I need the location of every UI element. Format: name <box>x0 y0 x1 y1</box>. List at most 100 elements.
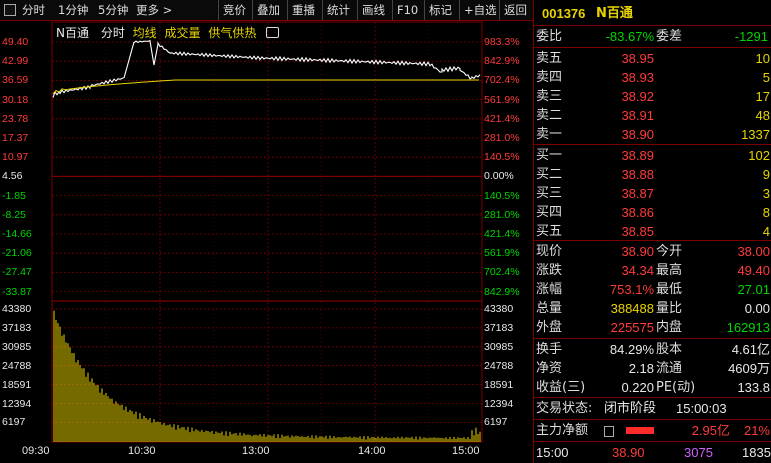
stat-label: 总量 <box>536 301 563 316</box>
toolbar-auction-button[interactable]: 竞价 <box>218 0 246 20</box>
ask-volume: 1337 <box>741 127 770 142</box>
chart-tab-intraday[interactable]: 分时 <box>101 26 125 40</box>
stat-label: 现价 <box>536 244 563 259</box>
ask-volume: 10 <box>755 51 770 66</box>
list-icon[interactable] <box>604 426 614 437</box>
bid-row[interactable]: 买五 38.85 4 <box>534 222 771 241</box>
bid-level-label: 买一 <box>536 148 563 163</box>
volume-tick-label: 12394 <box>2 397 32 410</box>
price-tick-label: -33.87 <box>2 285 32 298</box>
bid-row[interactable]: 买三 38.87 3 <box>534 184 771 203</box>
trade-status-row: 交易状态: 闭市阶段 15:00:03 <box>534 399 771 418</box>
fundamental-value: 2.18 <box>628 361 654 376</box>
trade-status-time: 15:00:03 <box>676 401 727 416</box>
ask-row[interactable]: 卖二 38.91 48 <box>534 106 771 125</box>
fundamental-value: 133.8 <box>737 380 770 395</box>
volume-tick-label: 37183 <box>2 321 32 334</box>
price-tick-label: 4.56 <box>2 170 23 183</box>
bid-level-label: 买三 <box>536 186 563 201</box>
volume-tick-label: 18591 <box>2 378 32 391</box>
toolbar-replay-button[interactable]: 重播 <box>287 0 315 20</box>
price-tick-label: -21.06 <box>2 247 32 260</box>
pct-tick-label: 702.4% <box>484 74 520 87</box>
chart-stock-name: N百通 <box>56 26 89 40</box>
pct-tick-label: 421.4% <box>484 228 520 240</box>
toolbar-1min-tab[interactable]: 1分钟 <box>58 0 88 20</box>
volume-tick-label: 30985 <box>2 340 32 353</box>
stat-value: 38.90 <box>621 244 654 259</box>
volume-tick-label: 43380 <box>2 303 32 315</box>
stat-row: 外盘 225575 内盘 162913 <box>534 318 771 337</box>
ask-row[interactable]: 卖三 38.92 17 <box>534 87 771 106</box>
bid-volume: 3 <box>762 186 770 201</box>
fundamental-value: 4609万 <box>728 361 770 376</box>
pct-tick-label: 281.0% <box>484 132 520 144</box>
fundamental-row: 净资 2.18 流通 4609万 <box>534 359 771 378</box>
volume-tick-label: 12394 <box>484 397 514 410</box>
price-tick-label: 30.18 <box>2 93 29 106</box>
main-flow-pct: 21% <box>743 423 770 438</box>
main-flow-value: 2.95亿 <box>691 423 730 438</box>
ask-row[interactable]: 卖一 38.90 1337 <box>534 125 771 144</box>
camera-icon[interactable] <box>266 27 280 38</box>
toolbar-f10-button[interactable]: F10 <box>392 0 418 20</box>
main-flow-row: 主力净额 2.95亿 21% <box>534 421 771 440</box>
toolbar-more-button[interactable]: 更多 > <box>136 0 172 20</box>
time-tick-label: 14:00 <box>358 445 386 457</box>
price-tick-label: -1.85 <box>2 189 26 202</box>
price-tick-label: 10.97 <box>2 151 29 164</box>
order-ratio-row: 委比 -83.67% 委差 -1291 <box>534 27 771 46</box>
ask-price: 38.93 <box>621 70 654 85</box>
average-line <box>52 79 479 95</box>
toolbar-add-watchlist-button[interactable]: +自选 <box>459 0 497 20</box>
last-tick-row: 15:00 38.90 3075 1835 <box>534 443 771 462</box>
stat-label: 最低 <box>656 282 683 297</box>
bid-row[interactable]: 买四 38.86 8 <box>534 203 771 222</box>
toolbar-draw-button[interactable]: 画线 <box>357 0 385 20</box>
bid-row[interactable]: 买一 38.89 102 <box>534 146 771 165</box>
bid-volume: 8 <box>762 205 770 220</box>
price-tick-label: 42.99 <box>2 55 29 68</box>
price-tick-label: 36.59 <box>2 74 29 87</box>
bid-level-label: 买五 <box>536 224 563 239</box>
stat-row: 涨幅 753.1% 最低 27.01 <box>534 280 771 299</box>
price-line <box>52 39 481 98</box>
volume-tick-label: 30985 <box>484 340 514 353</box>
toolbar-back-button[interactable]: 返回 <box>499 0 527 20</box>
toolbar-stats-button[interactable]: 统计 <box>322 0 350 20</box>
stat-value: 27.01 <box>737 282 770 297</box>
fundamental-label: 净资 <box>536 361 563 376</box>
volume-tick-label: 18591 <box>484 378 514 391</box>
toolbar-mark-button[interactable]: 标记 <box>424 0 452 20</box>
weibi-value: -83.67% <box>605 29 654 44</box>
chart-toolbar: 分时 1分钟 5分钟 更多 > 竞价 叠加 重播 统计 画线 F10 标记 +自… <box>0 0 533 21</box>
pct-tick-label: 561.9% <box>484 93 520 106</box>
price-tick-label: 49.40 <box>2 36 29 48</box>
chart-tab-sector[interactable]: 供气供热 <box>208 26 256 40</box>
ask-row[interactable]: 卖五 38.95 10 <box>534 49 771 68</box>
checkbox-icon[interactable] <box>4 4 16 16</box>
bid-row[interactable]: 买二 38.88 9 <box>534 165 771 184</box>
ask-level-label: 卖一 <box>536 127 563 142</box>
toolbar-5min-tab[interactable]: 5分钟 <box>98 0 128 20</box>
intraday-chart[interactable]: N百通 分时 均线 成交量 供气供热 49.40 42.99 36.59 30.18 2… <box>0 20 533 463</box>
pct-tick-label: 842.9% <box>484 285 520 298</box>
ask-row[interactable]: 卖四 38.93 5 <box>534 68 771 87</box>
chart-tab-avg[interactable]: 均线 <box>133 26 157 40</box>
pct-tick-label: 983.3% <box>484 36 520 48</box>
ask-level-label: 卖五 <box>536 51 563 66</box>
stat-value: 38.00 <box>737 244 770 259</box>
stat-value: 34.34 <box>621 263 654 278</box>
trade-status-label: 交易状态: <box>536 401 593 416</box>
chart-canvas <box>51 21 483 443</box>
stat-value: 225575 <box>610 320 654 335</box>
weibi-label: 委比 <box>536 29 563 44</box>
ask-price: 38.95 <box>621 51 654 66</box>
toolbar-intraday-tab[interactable]: 分时 <box>22 0 45 20</box>
weicha-value: -1291 <box>734 29 768 44</box>
chart-tab-volume[interactable]: 成交量 <box>165 26 201 40</box>
quote-title: 001376 N百通 <box>534 4 771 23</box>
bid-price: 38.85 <box>621 224 654 239</box>
toolbar-overlay-button[interactable]: 叠加 <box>252 0 280 20</box>
time-tick-label: 13:00 <box>242 445 270 457</box>
